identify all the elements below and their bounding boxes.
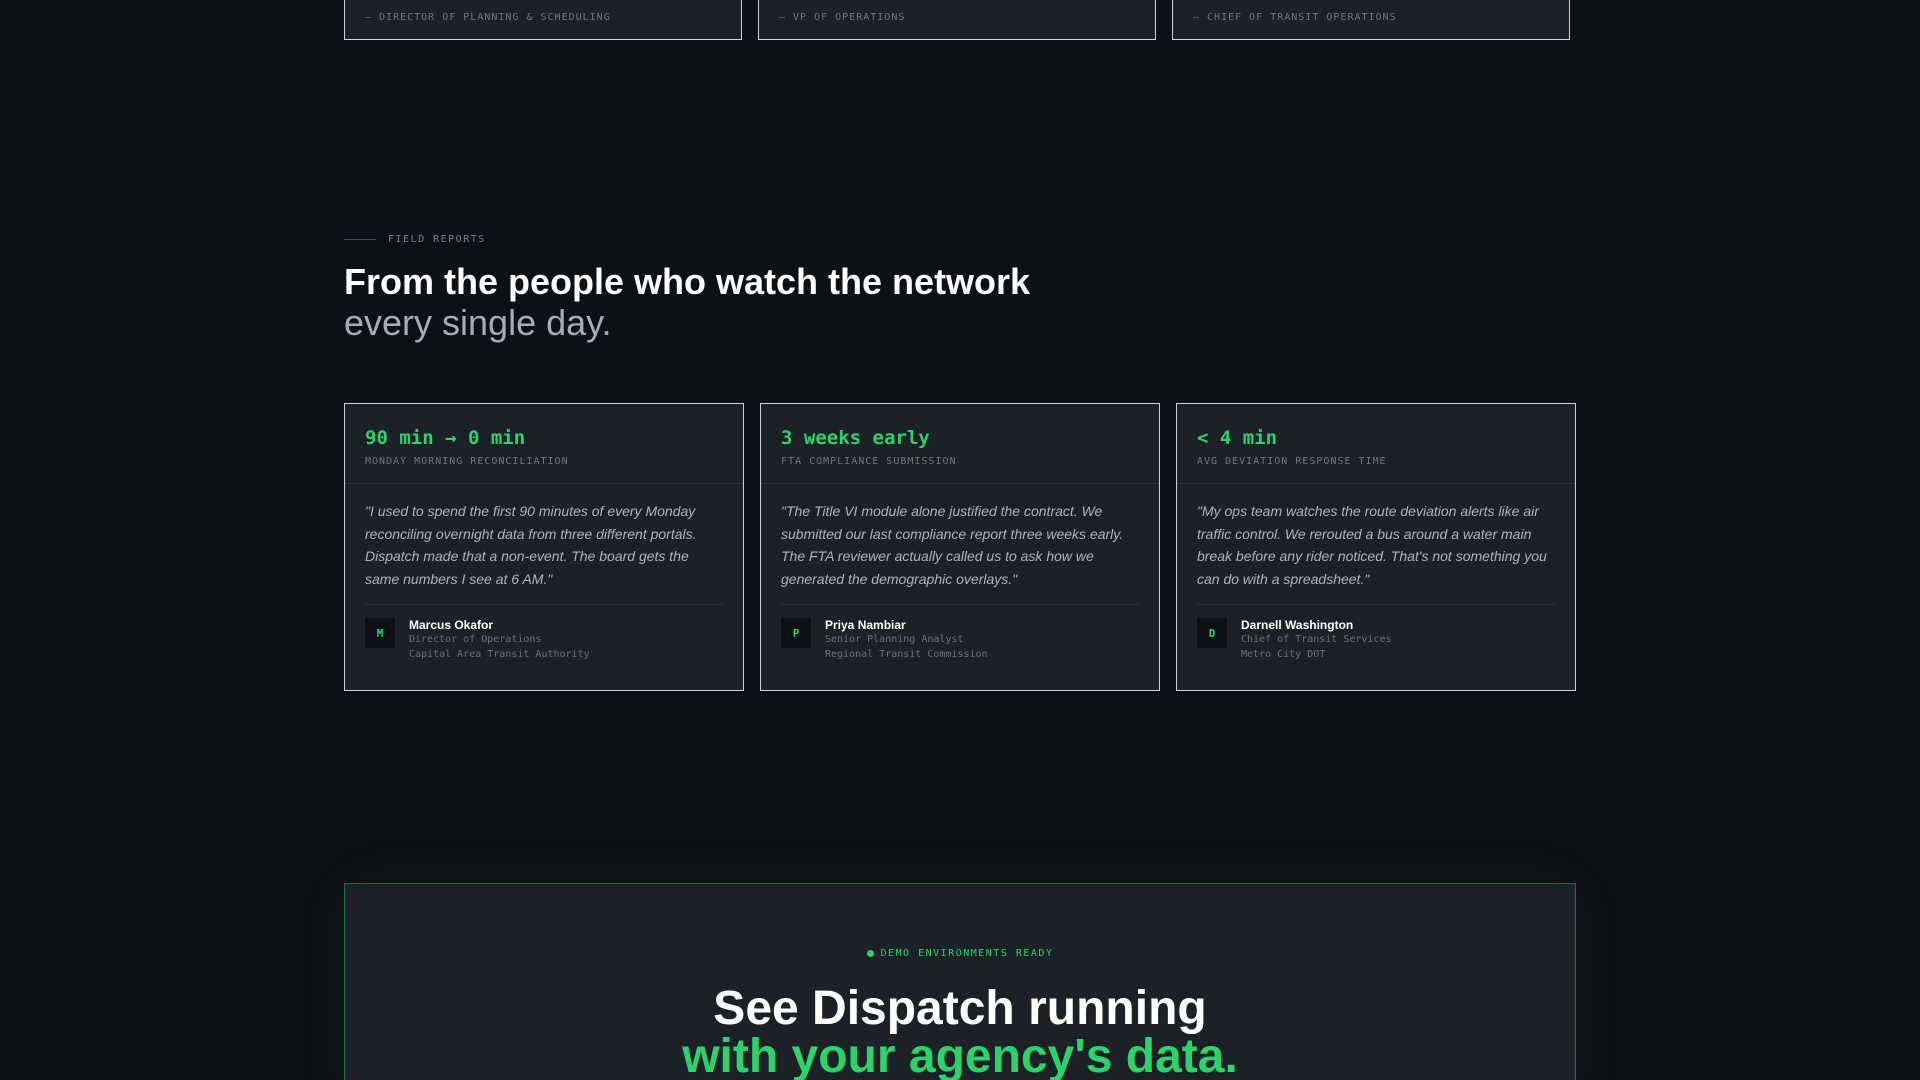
section-title: From the people who watch the network xyxy=(344,261,1031,302)
section-subtitle: every single day. xyxy=(344,302,612,343)
previous-card: — DIRECTOR OF PLANNING & SCHEDULING xyxy=(344,0,742,40)
card-metric: 3 weeks early xyxy=(781,427,930,449)
card-author: D Darnell Washington Chief of Transit Se… xyxy=(1197,605,1555,662)
author-name: Priya Nambiar xyxy=(825,618,906,632)
testimonial-card: 3 weeks early FTA COMPLIANCE SUBMISSION … xyxy=(760,403,1160,691)
demo-cta-panel: DEMO ENVIRONMENTS READY See Dispatch run… xyxy=(344,883,1576,1080)
card-metric-block: 90 min → 0 min MONDAY MORNING RECONCILIA… xyxy=(345,404,743,484)
previous-card-role: — VP OF OPERATIONS xyxy=(779,12,906,23)
card-quote: "I used to spend the first 90 minutes of… xyxy=(365,503,697,587)
author-org: Metro City DOT xyxy=(1241,649,1326,660)
card-metric-block: < 4 min AVG DEVIATION RESPONSE TIME xyxy=(1177,404,1575,484)
eyebrow-line xyxy=(344,239,376,240)
card-author: P Priya Nambiar Senior Planning Analyst … xyxy=(781,605,1139,662)
author-title: Senior Planning Analyst xyxy=(825,634,964,645)
testimonial-card: 90 min → 0 min MONDAY MORNING RECONCILIA… xyxy=(344,403,744,691)
card-metric-block: 3 weeks early FTA COMPLIANCE SUBMISSION xyxy=(761,404,1159,484)
testimonial-cards: 90 min → 0 min MONDAY MORNING RECONCILIA… xyxy=(344,403,1576,691)
section-eyebrow: FIELD REPORTS xyxy=(344,234,1576,245)
cta-status-badge: DEMO ENVIRONMENTS READY xyxy=(866,948,1054,959)
cta-title-accent: with your agency's data. xyxy=(682,1030,1238,1080)
card-quote: "The Title VI module alone justified the… xyxy=(781,503,1124,587)
card-body: "The Title VI module alone justified the… xyxy=(761,484,1159,662)
avatar: P xyxy=(781,618,811,648)
author-details: Darnell Washington Chief of Transit Serv… xyxy=(1241,618,1392,662)
card-metric-label: FTA COMPLIANCE SUBMISSION xyxy=(781,456,957,467)
status-dot-icon xyxy=(866,950,874,957)
card-metric-label: AVG DEVIATION RESPONSE TIME xyxy=(1197,456,1387,467)
author-title: Chief of Transit Services xyxy=(1241,634,1392,645)
cta-badge-label: DEMO ENVIRONMENTS READY xyxy=(880,948,1054,959)
card-metric: 90 min → 0 min xyxy=(365,427,526,449)
card-metric-label: MONDAY MORNING RECONCILIATION xyxy=(365,456,569,467)
cta-title: See Dispatch running xyxy=(713,982,1207,1035)
eyebrow-label: FIELD REPORTS xyxy=(388,234,486,245)
author-title: Director of Operations xyxy=(409,634,542,645)
card-body: "I used to spend the first 90 minutes of… xyxy=(345,484,743,662)
avatar: D xyxy=(1197,618,1227,648)
card-metric: < 4 min xyxy=(1197,427,1278,449)
card-body: "My ops team watches the route deviation… xyxy=(1177,484,1575,662)
author-name: Darnell Washington xyxy=(1241,618,1354,632)
previous-card-role: — DIRECTOR OF PLANNING & SCHEDULING xyxy=(365,12,611,23)
previous-cards-row: — DIRECTOR OF PLANNING & SCHEDULING — VP… xyxy=(344,0,1576,40)
previous-card: — VP OF OPERATIONS xyxy=(758,0,1156,40)
previous-card-role: — CHIEF OF TRANSIT OPERATIONS xyxy=(1193,12,1397,23)
previous-card: — CHIEF OF TRANSIT OPERATIONS xyxy=(1172,0,1570,40)
author-details: Priya Nambiar Senior Planning Analyst Re… xyxy=(825,618,988,662)
card-quote: "My ops team watches the route deviation… xyxy=(1197,503,1547,587)
page: — DIRECTOR OF PLANNING & SCHEDULING — VP… xyxy=(0,0,1920,1080)
card-author: M Marcus Okafor Director of Operations C… xyxy=(365,605,723,662)
author-org: Capital Area Transit Authority xyxy=(409,649,590,660)
author-name: Marcus Okafor xyxy=(409,618,494,632)
field-reports-header: FIELD REPORTS From the people who watch … xyxy=(344,234,1576,343)
testimonial-card: < 4 min AVG DEVIATION RESPONSE TIME "My … xyxy=(1176,403,1576,691)
author-org: Regional Transit Commission xyxy=(825,649,988,660)
avatar: M xyxy=(365,618,395,648)
author-details: Marcus Okafor Director of Operations Cap… xyxy=(409,618,590,662)
